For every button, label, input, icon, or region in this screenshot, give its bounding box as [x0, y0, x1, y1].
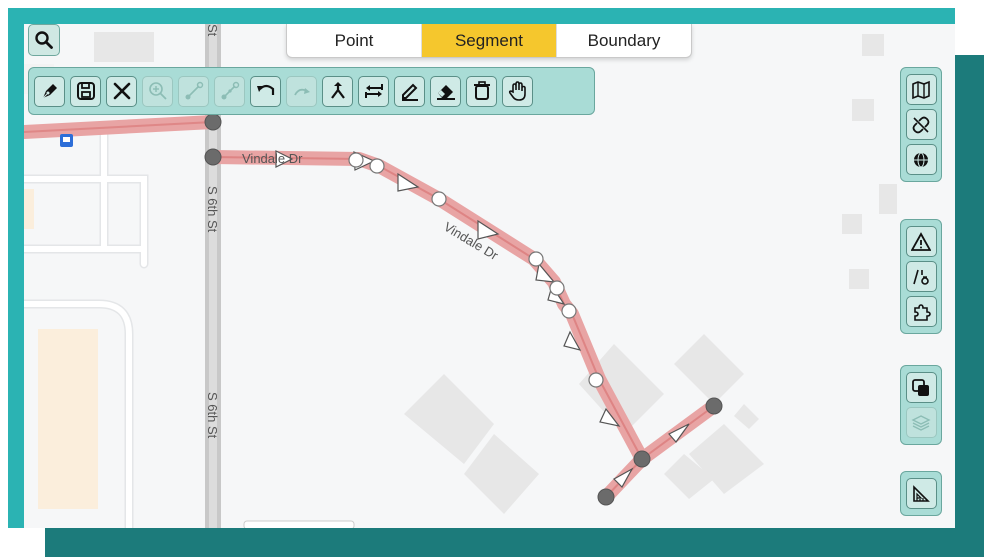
measure-icon — [913, 484, 930, 502]
tab-segment[interactable]: Segment — [421, 24, 556, 57]
erase-icon — [436, 85, 455, 100]
draw-button[interactable] — [34, 75, 65, 107]
globe-button[interactable] — [905, 144, 937, 175]
redo-button[interactable] — [286, 75, 317, 107]
street-label-s6th-lower: S 6th St — [205, 392, 220, 439]
tab-point[interactable]: Point — [287, 24, 421, 57]
undo-button[interactable] — [250, 75, 281, 107]
redo-icon — [293, 88, 310, 96]
reverse-direction-button[interactable] — [358, 75, 389, 107]
split-segment-button[interactable] — [214, 75, 245, 107]
split-segment-icon — [221, 81, 239, 100]
unlink-button[interactable] — [905, 109, 937, 140]
edit-attributes-icon — [401, 83, 418, 101]
search-button[interactable] — [28, 24, 60, 56]
bottom-label-partial — [243, 520, 355, 528]
pan-hand-button[interactable] — [502, 75, 533, 107]
mode-tabs: Point Segment Boundary — [286, 24, 692, 58]
warning-icon — [911, 231, 931, 251]
overlap-button[interactable] — [905, 372, 937, 403]
layers-button[interactable] — [905, 407, 937, 438]
road-restriction-button[interactable] — [905, 261, 937, 292]
globe-icon — [914, 152, 928, 167]
save-button[interactable] — [70, 75, 101, 107]
search-icon — [35, 31, 53, 49]
delete-icon — [473, 81, 490, 100]
edit-toolbar — [28, 67, 595, 115]
puzzle-button[interactable] — [905, 296, 937, 327]
undo-icon — [256, 84, 274, 95]
map-frame: St S 6th St S 6th St Vindale Dr Vindale … — [8, 8, 955, 528]
unlink-icon — [912, 116, 930, 133]
connect-nodes-icon — [185, 81, 203, 100]
zoom-to-selection-button[interactable] — [142, 75, 173, 107]
pan-hand-icon — [508, 81, 526, 101]
rail-group-measure — [900, 471, 942, 516]
edit-attributes-button[interactable] — [394, 75, 425, 107]
measure-button[interactable] — [905, 478, 937, 509]
street-label-s6th-upper: S 6th St — [205, 186, 220, 233]
tab-boundary[interactable]: Boundary — [556, 24, 691, 57]
overlap-icon — [912, 378, 929, 396]
cancel-button[interactable] — [106, 75, 137, 107]
puzzle-icon — [914, 303, 931, 321]
map-icon — [912, 80, 930, 99]
warning-button[interactable] — [905, 226, 937, 257]
map-canvas[interactable]: St S 6th St S 6th St Vindale Dr Vindale … — [24, 24, 955, 528]
erase-button[interactable] — [430, 75, 461, 107]
vertices — [348, 152, 604, 388]
merge-button[interactable] — [322, 75, 353, 107]
delete-button[interactable] — [466, 75, 497, 107]
layers-icon — [911, 414, 931, 431]
zoom-to-selection-icon — [148, 82, 167, 100]
street-label-top: St — [205, 24, 220, 37]
rail-group-map — [900, 67, 942, 182]
parcel — [24, 189, 34, 229]
rail-group-tools — [900, 219, 942, 334]
street-label-vindale-upper: Vindale Dr — [242, 151, 303, 166]
connect-nodes-button[interactable] — [178, 75, 209, 107]
cancel-icon — [113, 82, 130, 100]
rail-group-layers — [900, 365, 942, 445]
basemap-button[interactable] — [905, 74, 937, 105]
reverse-direction-icon — [364, 84, 383, 98]
draw-icon — [42, 84, 57, 99]
save-icon — [76, 82, 95, 100]
road-restriction-icon — [913, 269, 929, 285]
merge-icon — [330, 82, 345, 99]
parcel — [38, 329, 98, 509]
